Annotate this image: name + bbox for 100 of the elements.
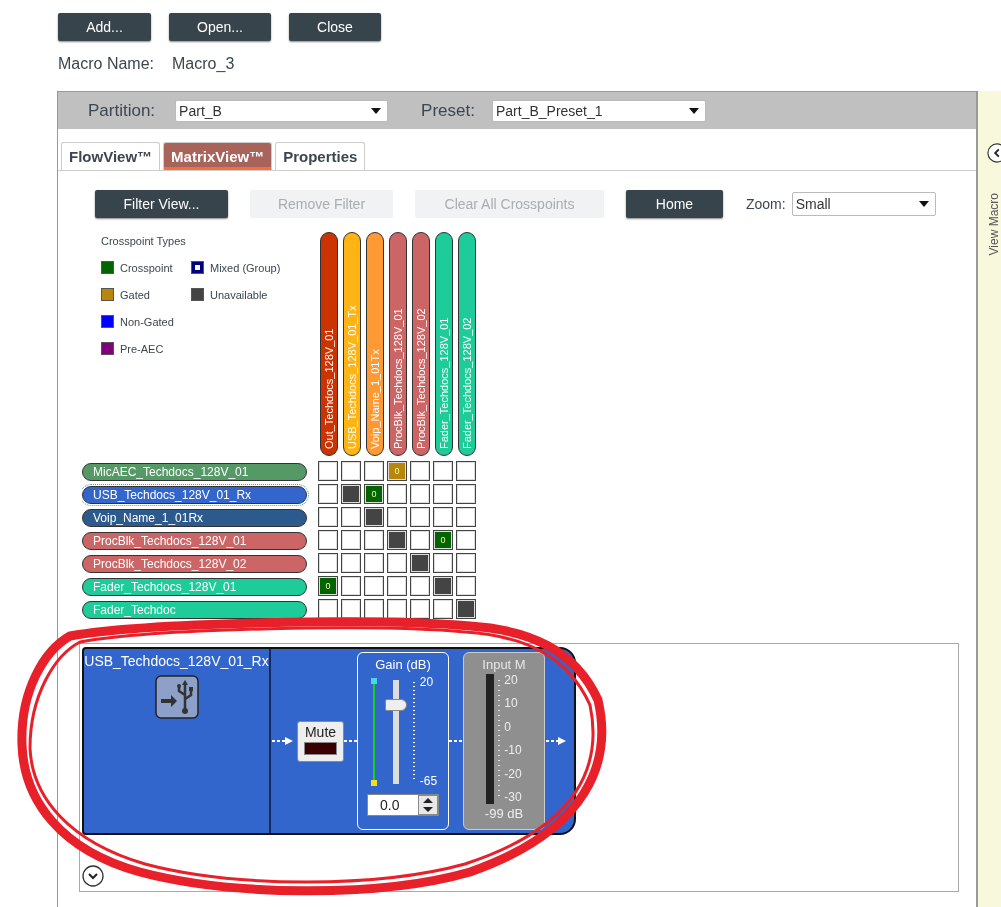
- crosspoint-cell[interactable]: [433, 576, 453, 596]
- toolbar-button[interactable]: Add...: [58, 13, 151, 41]
- collapse-icon[interactable]: [987, 143, 1001, 163]
- crosspoint-cell[interactable]: [410, 507, 430, 527]
- legend-label: Mixed (Group): [210, 261, 281, 274]
- crosspoint-cell[interactable]: [318, 599, 338, 619]
- zoom-label: Zoom:: [746, 196, 786, 212]
- input-channel-pill[interactable]: Voip_Name_1_01Rx: [82, 509, 307, 527]
- crosspoint-cell[interactable]: [387, 484, 407, 504]
- crosspoint-cell[interactable]: [341, 461, 361, 481]
- crosspoint-cell[interactable]: [433, 507, 453, 527]
- output-channel-pill[interactable]: Out_Techdocs_128V_01: [320, 232, 338, 456]
- input-channel-pill[interactable]: ProcBlk_Techdocs_128V_01: [82, 532, 307, 550]
- crosspoint-cell[interactable]: [364, 576, 384, 596]
- matrix-button[interactable]: Filter View...: [95, 190, 228, 218]
- crosspoint-cell[interactable]: 0: [433, 530, 453, 550]
- crosspoint-cell[interactable]: [364, 461, 384, 481]
- crosspoint-cell[interactable]: [387, 530, 407, 550]
- crosspoint-cell[interactable]: [364, 530, 384, 550]
- gain-title: Gain (dB): [375, 657, 431, 672]
- tab[interactable]: FlowView™: [61, 142, 161, 170]
- crosspoint-cell[interactable]: [410, 599, 430, 619]
- crosspoint-cell[interactable]: 0: [364, 484, 384, 504]
- crosspoint-cell[interactable]: [364, 553, 384, 573]
- partition-dropdown[interactable]: Part_B: [175, 99, 389, 122]
- output-channel-pill[interactable]: ProcBlk_Techdocs_128V_01: [389, 232, 407, 456]
- legend-title: Crosspoint Types: [101, 235, 187, 247]
- crosspoint-cell[interactable]: [318, 461, 338, 481]
- crosspoint-cell[interactable]: [387, 576, 407, 596]
- scale-label: 20: [419, 676, 435, 689]
- crosspoint-cell[interactable]: [318, 484, 338, 504]
- matrix-button[interactable]: Home: [626, 190, 723, 218]
- input-channel-pill[interactable]: ProcBlk_Techdocs_128V_02: [82, 555, 307, 573]
- crosspoint-cell[interactable]: [387, 553, 407, 573]
- legend-label: Unavailable: [210, 288, 268, 301]
- crosspoint-cell[interactable]: [456, 507, 476, 527]
- crosspoint-cell[interactable]: [341, 576, 361, 596]
- crosspoint-cell[interactable]: [387, 599, 407, 619]
- crosspoint-cell[interactable]: [456, 484, 476, 504]
- scale-label: -30: [504, 790, 522, 804]
- crosspoint-cell[interactable]: 0: [318, 576, 338, 596]
- crosspoint-cell[interactable]: [456, 599, 476, 619]
- slider-thumb[interactable]: [384, 698, 407, 711]
- preset-dropdown[interactable]: Part_B_Preset_1: [491, 99, 706, 122]
- crosspoint-cell[interactable]: [387, 507, 407, 527]
- scale-label: 20: [504, 674, 519, 687]
- crosspoint-cell[interactable]: [318, 530, 338, 550]
- toolbar-button[interactable]: Open...: [169, 13, 271, 41]
- crosspoint-cell[interactable]: [341, 530, 361, 550]
- partition-label: Partition:: [88, 100, 156, 121]
- crosspoint-cell[interactable]: [433, 599, 453, 619]
- scale-label: -10: [504, 744, 522, 758]
- scale-label: -20: [504, 767, 522, 781]
- crosspoint-cell[interactable]: [318, 553, 338, 573]
- block-title: USB_Techdocs_128V_01_Rx: [84, 653, 269, 669]
- legend-label: Pre-AEC: [120, 342, 164, 355]
- zoom-dropdown[interactable]: Small: [791, 192, 936, 216]
- meter-reading: -99 dB: [484, 806, 524, 821]
- crosspoint-cell[interactable]: [318, 507, 338, 527]
- crosspoint-cell[interactable]: [364, 599, 384, 619]
- tab[interactable]: Properties: [275, 142, 366, 170]
- dropdown-caret-icon: [688, 107, 699, 114]
- crosspoint-cell[interactable]: [433, 461, 453, 481]
- crosspoint-cell[interactable]: [456, 461, 476, 481]
- expand-icon[interactable]: [82, 865, 104, 887]
- crosspoint-cell[interactable]: [410, 484, 430, 504]
- macro-name-label: Macro Name:: [58, 55, 155, 73]
- crosspoint-cell[interactable]: [364, 507, 384, 527]
- crosspoint-cell[interactable]: [456, 553, 476, 573]
- crosspoint-cell[interactable]: [410, 461, 430, 481]
- usb-input-icon: [154, 675, 199, 719]
- crosspoint-cell[interactable]: [341, 484, 361, 504]
- output-channel-pill[interactable]: ProcBlk_Techdocs_128V_02: [412, 232, 430, 456]
- mute-button[interactable]: Mute: [297, 720, 344, 762]
- crosspoint-cell[interactable]: [341, 553, 361, 573]
- crosspoint-cell[interactable]: [410, 530, 430, 550]
- tab[interactable]: MatrixView™: [163, 142, 273, 170]
- macro-name-value: Macro_3: [172, 55, 235, 73]
- toolbar-button[interactable]: Close: [289, 13, 381, 41]
- dropdown-caret-icon: [371, 107, 382, 114]
- legend-label: Non-Gated: [120, 315, 174, 328]
- crosspoint-cell[interactable]: [456, 530, 476, 550]
- meter-title: Input M: [482, 657, 526, 672]
- input-channel-pill[interactable]: USB_Techdocs_128V_01_Rx: [82, 486, 307, 504]
- scale-label: 10: [504, 697, 519, 711]
- crosspoint-cell[interactable]: [341, 507, 361, 527]
- spinner-arrows-icon[interactable]: [418, 795, 438, 815]
- crosspoint-cell[interactable]: [341, 599, 361, 619]
- gain-input-field[interactable]: 0.0: [367, 794, 439, 816]
- crosspoint-cell[interactable]: [433, 553, 453, 573]
- legend-label: Crosspoint: [120, 261, 173, 274]
- scale-label: 0: [504, 720, 512, 734]
- dropdown-caret-icon: [918, 201, 929, 207]
- legend-label: Gated: [120, 288, 150, 301]
- scale-label: -65: [419, 775, 438, 788]
- crosspoint-cell[interactable]: [433, 484, 453, 504]
- crosspoint-cell[interactable]: [456, 576, 476, 596]
- crosspoint-cell[interactable]: [410, 576, 430, 596]
- crosspoint-cell[interactable]: [410, 553, 430, 573]
- side-pane-label[interactable]: View Macro: [987, 193, 1001, 256]
